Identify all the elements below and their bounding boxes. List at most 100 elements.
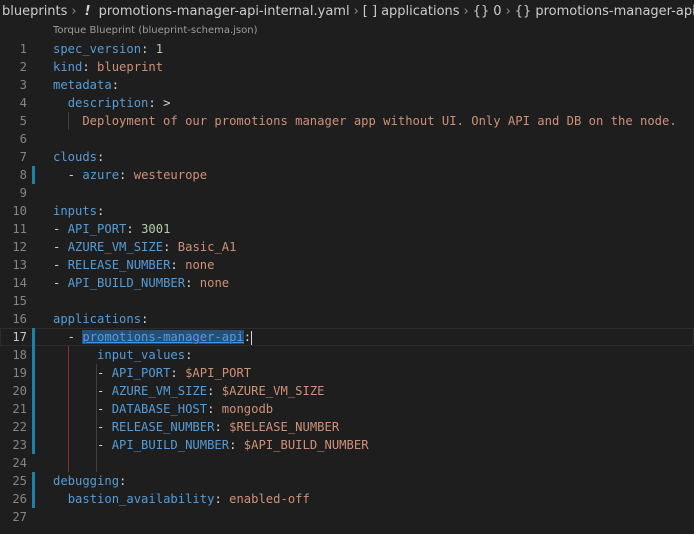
code-line[interactable]: 21 - DATABASE_HOST: mongodb (0, 400, 694, 418)
modified-line-indicator[interactable] (32, 166, 35, 184)
code-text: spec_version: 1 (53, 40, 163, 58)
line-number: 9 (19, 186, 27, 200)
code-line[interactable]: 17 - promotions-manager-api: (0, 328, 694, 346)
code-text: debugging: (53, 472, 126, 490)
breadcrumb-index[interactable]: 0 (493, 4, 501, 19)
yaml-punctuation: : > (148, 96, 171, 110)
yaml-string: $RELEASE_NUMBER (229, 420, 340, 434)
yaml-punctuation: : (97, 204, 105, 218)
code-text: kind: blueprint (53, 58, 163, 76)
yaml-punctuation: - (53, 258, 68, 272)
modified-line-indicator[interactable] (32, 346, 35, 364)
code-line[interactable]: 25 debugging: (0, 472, 694, 490)
code-line[interactable]: 13 - RELEASE_NUMBER: none (0, 256, 694, 274)
code-line[interactable]: 8 - azure: westeurope (0, 166, 694, 184)
yaml-punctuation: : (163, 240, 178, 254)
code-line[interactable]: 11 - API_PORT: 3001 (0, 220, 694, 238)
yaml-string: enabled-off (229, 492, 310, 506)
code-text: - API_PORT: $API_PORT (53, 364, 251, 382)
modified-line-indicator[interactable] (32, 436, 35, 454)
yaml-file-icon: ! (84, 3, 91, 19)
code-text: bastion_availability: enabled-off (53, 490, 310, 508)
code-line[interactable]: 10 inputs: (0, 202, 694, 220)
code-line[interactable]: 7 clouds: (0, 148, 694, 166)
code-line[interactable]: 6 (0, 130, 694, 148)
line-number: 14 (12, 276, 27, 290)
yaml-string: none (199, 276, 230, 290)
yaml-punctuation: - (53, 240, 68, 254)
line-number: 3 (19, 78, 27, 92)
yaml-punctuation: : (119, 474, 127, 488)
code-line[interactable]: 23 - API_BUILD_NUMBER: $API_BUILD_NUMBER (0, 436, 694, 454)
yaml-punctuation: : (141, 312, 149, 326)
code-text: inputs: (53, 202, 104, 220)
breadcrumb-section[interactable]: applications (381, 4, 459, 19)
yaml-punctuation (53, 96, 68, 110)
code-line[interactable]: 12 - AZURE_VM_SIZE: Basic_A1 (0, 238, 694, 256)
line-number: 1 (19, 42, 27, 56)
modified-line-indicator[interactable] (32, 418, 35, 436)
code-text: description: > (53, 94, 171, 112)
code-line[interactable]: 15 (0, 292, 694, 310)
modified-line-indicator[interactable] (32, 382, 35, 400)
code-line[interactable]: 9 (0, 184, 694, 202)
line-number: 5 (19, 114, 27, 128)
yaml-key: input_values (97, 348, 186, 362)
code-line[interactable]: 4 description: > (0, 94, 694, 112)
yaml-number: 3001 (141, 222, 171, 236)
breadcrumb-folder[interactable]: blueprints (2, 4, 67, 19)
code-line[interactable]: 2 kind: blueprint (0, 58, 694, 76)
chevron-right-icon: › (505, 3, 511, 19)
yaml-punctuation: : (111, 78, 120, 92)
line-number: 6 (19, 132, 27, 146)
code-line[interactable]: 5 Deployment of our promotions manager a… (0, 112, 694, 130)
code-editor[interactable]: 1 spec_version: 1 2 kind: blueprint 3 metadat… (0, 40, 694, 526)
yaml-key: API_BUILD_NUMBER (67, 276, 186, 290)
yaml-key: AZURE_VM_SIZE (111, 384, 208, 398)
yaml-punctuation: - (53, 168, 83, 182)
codelens-schema[interactable]: Torque Blueprint (blueprint-schema.json) (53, 24, 258, 38)
code-line[interactable]: 24 (0, 454, 694, 472)
chevron-right-icon: › (71, 3, 77, 19)
modified-line-indicator[interactable] (32, 490, 35, 508)
code-text: - DATABASE_HOST: mongodb (53, 400, 273, 418)
yaml-key: metadata (53, 78, 112, 92)
line-number: 15 (12, 294, 27, 308)
breadcrumb-item[interactable]: promotions-manager-api (535, 4, 694, 19)
yaml-punctuation: : (207, 402, 222, 416)
breadcrumb-file[interactable]: promotions-manager-api-internal.yaml (99, 4, 350, 19)
yaml-punctuation: : (214, 492, 230, 506)
code-text: Deployment of our promotions manager app… (53, 112, 677, 130)
yaml-punctuation: : (141, 42, 156, 56)
modified-line-indicator[interactable] (32, 328, 35, 346)
yaml-punctuation: - (53, 222, 68, 236)
code-line[interactable]: 19 - API_PORT: $API_PORT (0, 364, 694, 382)
code-line[interactable]: 14 - API_BUILD_NUMBER: none (0, 274, 694, 292)
yaml-key: debugging (53, 474, 120, 488)
modified-line-indicator[interactable] (32, 472, 35, 490)
modified-line-indicator[interactable] (32, 400, 35, 418)
line-number: 25 (12, 474, 27, 488)
code-line[interactable]: 26 bastion_availability: enabled-off (0, 490, 694, 508)
line-number: 20 (12, 384, 27, 398)
modified-line-indicator[interactable] (32, 364, 35, 382)
code-line[interactable]: 20 - AZURE_VM_SIZE: $AZURE_VM_SIZE (0, 382, 694, 400)
code-line[interactable]: 1 spec_version: 1 (0, 40, 694, 58)
code-text: metadata: (53, 76, 119, 94)
code-text: - promotions-manager-api: (53, 328, 253, 346)
yaml-string: $API_BUILD_NUMBER (243, 438, 369, 452)
code-line[interactable]: 22 - RELEASE_NUMBER: $RELEASE_NUMBER (0, 418, 694, 436)
line-number: 8 (19, 168, 27, 182)
yaml-punctuation: - (53, 276, 68, 290)
code-line[interactable]: 27 (0, 508, 694, 526)
code-text: clouds: (53, 148, 104, 166)
yaml-string: Deployment of our promotions manager app… (53, 114, 677, 128)
yaml-number: 1 (155, 42, 164, 56)
code-line[interactable]: 3 metadata: (0, 76, 694, 94)
code-line[interactable]: 16 applications: (0, 310, 694, 328)
yaml-string: westeurope (133, 168, 208, 182)
yaml-key: API_BUILD_NUMBER (111, 438, 230, 452)
code-line[interactable]: 18 input_values: (0, 346, 694, 364)
yaml-punctuation: : (229, 438, 244, 452)
yaml-punctuation: - (53, 384, 112, 398)
